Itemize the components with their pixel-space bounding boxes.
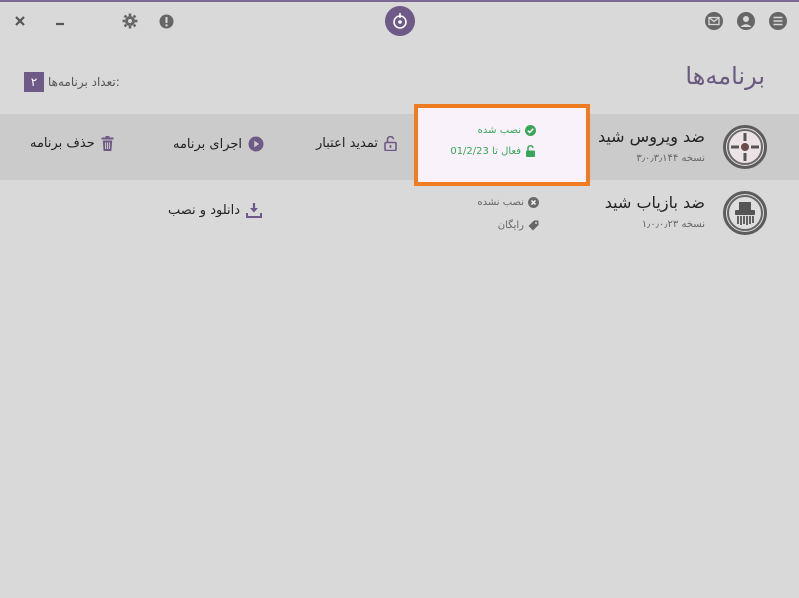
- info-button[interactable]: [155, 10, 177, 32]
- license-status-text: فعال تا 01/2/23: [450, 145, 521, 157]
- download-install-label: دانلود و نصب: [168, 203, 241, 218]
- minimize-button[interactable]: [49, 10, 71, 32]
- app-name: ضد ویروس شید: [597, 127, 705, 146]
- trash-icon: [101, 136, 114, 151]
- shredder-icon: [727, 195, 763, 231]
- renew-license-button[interactable]: تمدید اعتبار: [316, 136, 397, 151]
- minimize-icon: [56, 22, 64, 26]
- download-icon: [246, 203, 263, 218]
- main-menu-button[interactable]: [767, 10, 789, 32]
- app-count-badge: ۲: [24, 72, 44, 92]
- app-row-antirecovery[interactable]: ضد بازیاب شید نسخه ۱٫۰٫۰٫۲۳ نصب نشده رای…: [0, 180, 799, 246]
- renew-license-label: تمدید اعتبار: [316, 136, 378, 151]
- unlock-icon: [526, 145, 535, 157]
- unlock-icon: [384, 136, 397, 151]
- tag-icon: [528, 220, 539, 231]
- download-install-button[interactable]: دانلود و نصب: [168, 203, 263, 218]
- crosshair-icon: [727, 129, 763, 165]
- mail-icon: [705, 12, 723, 30]
- install-status: نصب شده: [478, 125, 536, 136]
- gear-icon: [122, 13, 138, 29]
- app-icon-antivirus: [723, 125, 767, 169]
- app-name: ضد بازیاب شید: [604, 193, 705, 212]
- remove-program-label: حذف برنامه: [30, 136, 95, 151]
- run-program-button[interactable]: اجرای برنامه: [173, 136, 264, 152]
- title-bar: [0, 2, 799, 40]
- app-version: نسخه ۳٫۰٫۳٫۱۴۴: [636, 153, 705, 164]
- install-status-text: نصب نشده: [477, 197, 524, 208]
- info-icon: [159, 14, 173, 28]
- menu-icon: [769, 12, 787, 30]
- settings-button[interactable]: [119, 10, 141, 32]
- shield-logo-icon: [393, 13, 407, 29]
- account-button[interactable]: [735, 10, 757, 32]
- price-status: رایگان: [498, 220, 539, 231]
- app-icon-antirecovery: [723, 191, 767, 235]
- app-logo: [385, 6, 415, 36]
- app-count: ۲ تعداد برنامه‌ها:: [24, 72, 120, 92]
- app-row-antivirus[interactable]: ضد ویروس شید نسخه ۳٫۰٫۳٫۱۴۴ نصب شده فعال…: [0, 104, 799, 186]
- close-button[interactable]: [9, 10, 31, 32]
- app-version: نسخه ۱٫۰٫۰٫۲۳: [641, 219, 705, 230]
- x-circle-icon: [528, 197, 539, 208]
- remove-program-button[interactable]: حذف برنامه: [30, 136, 114, 151]
- install-status: نصب نشده: [477, 197, 539, 208]
- run-program-label: اجرای برنامه: [173, 136, 243, 152]
- status-box-highlight: نصب شده فعال تا 01/2/23: [414, 104, 590, 186]
- price-status-text: رایگان: [497, 220, 524, 231]
- page-title: برنامه‌ها: [685, 62, 765, 90]
- messages-button[interactable]: [703, 10, 725, 32]
- play-icon: [248, 136, 264, 152]
- app-count-label: تعداد برنامه‌ها:: [48, 75, 120, 89]
- check-circle-icon: [525, 125, 536, 136]
- install-status-text: نصب شده: [477, 125, 521, 136]
- user-icon: [737, 12, 755, 30]
- license-status: فعال تا 01/2/23: [450, 145, 536, 157]
- close-icon: [15, 16, 25, 26]
